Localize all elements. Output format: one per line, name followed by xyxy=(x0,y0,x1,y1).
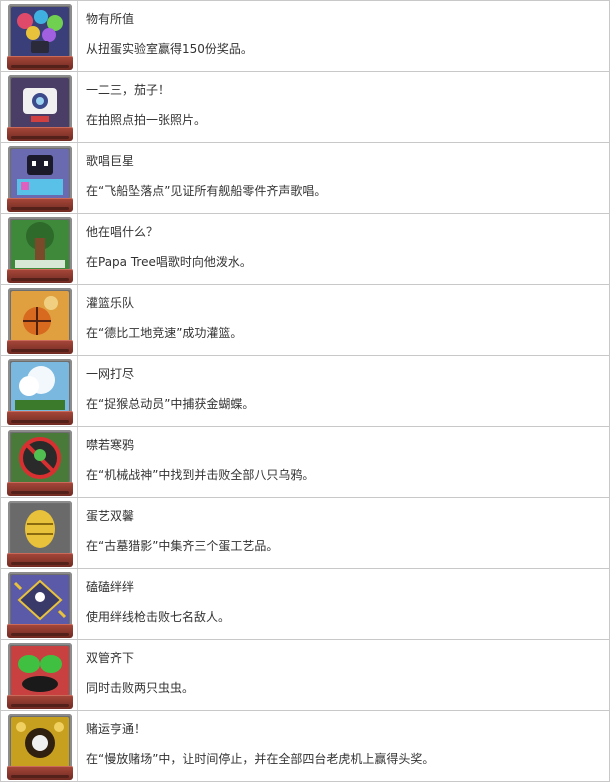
achievement-icon-cell xyxy=(1,711,78,781)
achievement-title: 一网打尽 xyxy=(86,367,135,381)
tree-icon xyxy=(11,220,69,270)
achievement-title: 歌唱巨星 xyxy=(86,154,135,168)
capsule-machine-icon xyxy=(11,7,69,57)
achievement-description: 在Papa Tree唱歌时向他泼水。 xyxy=(86,255,252,269)
badge-pedestal xyxy=(7,553,73,567)
achievement-icon-cell xyxy=(1,569,78,639)
achievement-title: 一二三，茄子！ xyxy=(86,83,171,97)
achievement-title: 噤若寒鸦 xyxy=(86,438,135,452)
camera-robot-icon xyxy=(11,78,69,128)
achievement-text: 赌运亨通！ 在“慢放赌场”中，让时间停止，并在全部四台老虎机上赢得头奖。 xyxy=(86,711,605,781)
achievement-text: 磕磕绊绊 使用绊线枪击败七名敌人。 xyxy=(86,569,605,639)
achievement-text: 蛋艺双馨 在“古墓猎影”中集齐三个蛋工艺品。 xyxy=(86,498,605,568)
achievement-list: 物有所值 从扭蛋实验室赢得150份奖品。 一二三，茄子！ 在拍照点拍一张照片。 xyxy=(0,0,610,782)
badge-pedestal xyxy=(7,127,73,141)
achievement-badge xyxy=(7,4,73,70)
achievement-icon-cell xyxy=(1,143,78,213)
achievement-row-5: 灌篮乐队 在“德比工地竞速”成功灌篮。 xyxy=(1,285,609,356)
basketball-icon xyxy=(11,291,69,341)
achievement-description: 在“机械战神”中找到并击败全部八只乌鸦。 xyxy=(86,468,315,482)
badge-pedestal xyxy=(7,269,73,283)
achievement-row-2: 一二三，茄子！ 在拍照点拍一张照片。 xyxy=(1,72,609,143)
achievement-icon-cell xyxy=(1,498,78,568)
achievement-text: 一网打尽 在“捉猴总动员”中捕获金蝴蝶。 xyxy=(86,356,605,426)
achievement-row-7: 噤若寒鸦 在“机械战神”中找到并击败全部八只乌鸦。 xyxy=(1,427,609,498)
net-icon xyxy=(11,362,69,412)
badge-pedestal xyxy=(7,695,73,709)
achievement-icon-cell xyxy=(1,356,78,426)
singing-robot-icon xyxy=(11,149,69,199)
achievement-title: 赌运亨通！ xyxy=(86,722,147,736)
twin-frogs-icon xyxy=(11,646,69,696)
achievement-title: 双管齐下 xyxy=(86,651,135,665)
achievement-title: 蛋艺双馨 xyxy=(86,509,135,523)
achievement-row-8: 蛋艺双馨 在“古墓猎影”中集齐三个蛋工艺品。 xyxy=(1,498,609,569)
achievement-badge xyxy=(7,714,73,780)
achievement-description: 使用绊线枪击败七名敌人。 xyxy=(86,610,231,624)
badge-pedestal xyxy=(7,56,73,70)
achievement-badge xyxy=(7,501,73,567)
achievement-row-4: 他在唱什么？ 在Papa Tree唱歌时向他泼水。 xyxy=(1,214,609,285)
achievement-icon-cell xyxy=(1,1,78,71)
achievement-title: 物有所值 xyxy=(86,12,135,26)
achievement-title: 他在唱什么？ xyxy=(86,225,159,239)
achievement-text: 噤若寒鸦 在“机械战神”中找到并击败全部八只乌鸦。 xyxy=(86,427,605,497)
no-bird-icon xyxy=(11,433,69,483)
achievement-icon-cell xyxy=(1,640,78,710)
badge-pedestal xyxy=(7,766,73,780)
badge-pedestal xyxy=(7,198,73,212)
achievement-badge xyxy=(7,572,73,638)
achievement-icon-cell xyxy=(1,427,78,497)
badge-pedestal xyxy=(7,411,73,425)
achievement-text: 他在唱什么？ 在Papa Tree唱歌时向他泼水。 xyxy=(86,214,605,284)
achievement-badge xyxy=(7,217,73,283)
achievement-icon-cell xyxy=(1,214,78,284)
achievement-description: 在“古墓猎影”中集齐三个蛋工艺品。 xyxy=(86,539,279,553)
achievement-badge xyxy=(7,359,73,425)
achievement-description: 在“慢放赌场”中，让时间停止，并在全部四台老虎机上赢得头奖。 xyxy=(86,752,435,766)
achievement-row-9: 磕磕绊绊 使用绊线枪击败七名敌人。 xyxy=(1,569,609,640)
achievement-row-1: 物有所值 从扭蛋实验室赢得150份奖品。 xyxy=(1,1,609,72)
achievement-description: 同时击败两只虫虫。 xyxy=(86,681,195,695)
badge-pedestal xyxy=(7,340,73,354)
achievement-text: 灌篮乐队 在“德比工地竞速”成功灌篮。 xyxy=(86,285,605,355)
achievement-badge xyxy=(7,75,73,141)
achievement-badge xyxy=(7,643,73,709)
golden-egg-icon xyxy=(11,504,69,554)
achievement-row-10: 双管齐下 同时击败两只虫虫。 xyxy=(1,640,609,711)
tripwire-icon xyxy=(11,575,69,625)
achievement-title: 灌篮乐队 xyxy=(86,296,135,310)
achievement-row-3: 歌唱巨星 在“飞船坠落点”见证所有舰船零件齐声歌唱。 xyxy=(1,143,609,214)
slot-machine-icon xyxy=(11,717,69,767)
achievement-text: 一二三，茄子！ 在拍照点拍一张照片。 xyxy=(86,72,605,142)
achievement-badge xyxy=(7,430,73,496)
achievement-description: 在“捉猴总动员”中捕获金蝴蝶。 xyxy=(86,397,255,411)
achievement-text: 歌唱巨星 在“飞船坠落点”见证所有舰船零件齐声歌唱。 xyxy=(86,143,605,213)
achievement-text: 双管齐下 同时击败两只虫虫。 xyxy=(86,640,605,710)
achievement-row-11: 赌运亨通！ 在“慢放赌场”中，让时间停止，并在全部四台老虎机上赢得头奖。 xyxy=(1,711,609,782)
achievement-icon-cell xyxy=(1,72,78,142)
badge-pedestal xyxy=(7,624,73,638)
achievement-row-6: 一网打尽 在“捉猴总动员”中捕获金蝴蝶。 xyxy=(1,356,609,427)
achievement-description: 在“德比工地竞速”成功灌篮。 xyxy=(86,326,243,340)
achievement-text: 物有所值 从扭蛋实验室赢得150份奖品。 xyxy=(86,1,605,71)
achievement-icon-cell xyxy=(1,285,78,355)
achievement-title: 磕磕绊绊 xyxy=(86,580,135,594)
achievement-description: 在“飞船坠落点”见证所有舰船零件齐声歌唱。 xyxy=(86,184,327,198)
achievement-description: 从扭蛋实验室赢得150份奖品。 xyxy=(86,42,253,56)
achievement-badge xyxy=(7,146,73,212)
badge-pedestal xyxy=(7,482,73,496)
achievement-description: 在拍照点拍一张照片。 xyxy=(86,113,207,127)
achievement-badge xyxy=(7,288,73,354)
